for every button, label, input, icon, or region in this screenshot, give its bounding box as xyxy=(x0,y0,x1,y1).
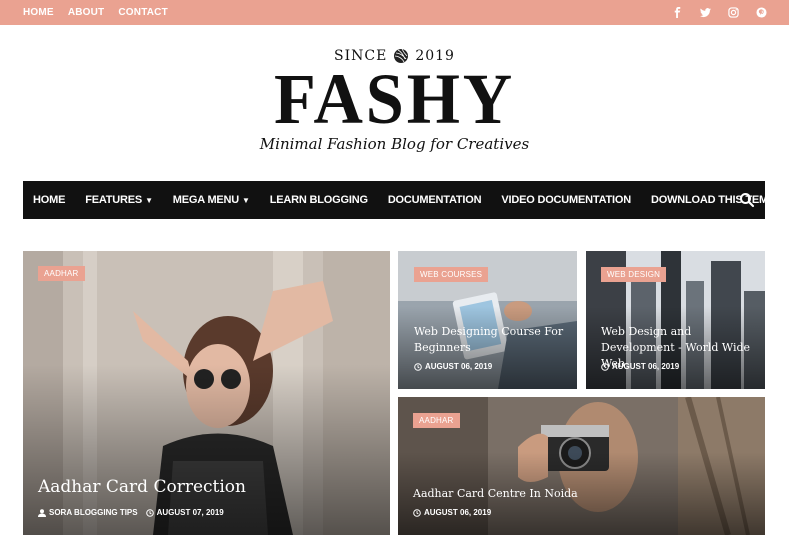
nav-item-mega-menu[interactable]: MEGA MENU ▼ xyxy=(163,181,260,219)
site-header: SINCE 2019 FASHY Minimal Fashion Blog fo… xyxy=(0,45,789,153)
twitter-icon[interactable] xyxy=(699,7,711,19)
nav-item-documentation[interactable]: DOCUMENTATION xyxy=(378,181,492,219)
top-nav: HOME ABOUT CONTACT xyxy=(23,0,168,25)
user-icon xyxy=(38,508,46,517)
nav-item-video-documentation[interactable]: VIDEO DOCUMENTATION xyxy=(491,181,641,219)
post-meta: AUGUST 06, 2019 xyxy=(413,508,491,517)
featured-post-web-design[interactable]: WEB DESIGN Web Design and Development - … xyxy=(586,251,765,389)
nav-item-label: FEATURES xyxy=(85,194,143,206)
post-author: SORA BLOGGING TIPS xyxy=(38,508,138,517)
featured-post-web-courses[interactable]: WEB COURSES Web Designing Course For Beg… xyxy=(398,251,577,389)
date-text: AUGUST 06, 2019 xyxy=(424,508,492,517)
category-badge[interactable]: AADHAR xyxy=(413,413,460,428)
post-date: AUGUST 06, 2019 xyxy=(414,362,492,371)
clock-icon xyxy=(413,508,421,517)
featured-post-aadhar-centre[interactable]: AADHAR Aadhar Card Centre In Noida AUGUS… xyxy=(398,397,765,535)
nav-item-label: MEGA MENU xyxy=(172,194,240,206)
nav-item-label: DOWNLOAD THIS TEMPLATE xyxy=(650,194,789,206)
main-nav: HOME FEATURES ▼ MEGA MENU ▼ LEARN BLOGGING… xyxy=(23,181,789,219)
search-icon[interactable] xyxy=(739,192,755,208)
nav-item-features[interactable]: FEATURES ▼ xyxy=(75,181,163,219)
category-badge[interactable]: AADHAR xyxy=(38,266,85,281)
social-links xyxy=(671,0,767,25)
category-badge[interactable]: WEB DESIGN xyxy=(601,267,667,282)
nav-item-label: LEARN BLOGGING xyxy=(269,194,368,206)
post-date: AUGUST 07, 2019 xyxy=(145,508,224,517)
top-nav-home-link[interactable]: HOME xyxy=(23,7,54,18)
post-title[interactable]: Web Designing Course For Beginners xyxy=(414,324,564,356)
clock-icon xyxy=(145,508,154,517)
category-badge[interactable]: WEB COURSES xyxy=(414,267,489,282)
clock-icon xyxy=(601,362,609,371)
nav-item-learn-blogging[interactable]: LEARN BLOGGING xyxy=(260,181,378,219)
date-text: AUGUST 06, 2019 xyxy=(612,362,680,371)
pinterest-icon[interactable] xyxy=(755,7,767,19)
nav-item-label: VIDEO DOCUMENTATION xyxy=(501,194,631,206)
post-title[interactable]: Aadhar Card Correction xyxy=(38,477,246,497)
post-title[interactable]: Aadhar Card Centre In Noida xyxy=(413,486,578,502)
clock-icon xyxy=(414,362,422,371)
nav-item-home[interactable]: HOME xyxy=(23,181,75,219)
chevron-down-icon: ▼ xyxy=(242,195,250,205)
chevron-down-icon: ▼ xyxy=(145,195,153,205)
top-bar: HOME ABOUT CONTACT xyxy=(0,0,789,25)
post-meta: AUGUST 06, 2019 xyxy=(414,362,492,371)
date-text: AUGUST 07, 2019 xyxy=(156,508,224,517)
top-nav-about-link[interactable]: ABOUT xyxy=(68,7,105,18)
facebook-icon[interactable] xyxy=(671,7,683,19)
top-nav-contact-link[interactable]: CONTACT xyxy=(118,7,168,18)
post-date: AUGUST 06, 2019 xyxy=(413,508,491,517)
post-date: AUGUST 06, 2019 xyxy=(601,362,679,371)
nav-item-label: DOCUMENTATION xyxy=(387,194,482,206)
site-logo[interactable]: FASHY xyxy=(20,63,770,135)
instagram-icon[interactable] xyxy=(727,7,739,19)
author-name[interactable]: SORA BLOGGING TIPS xyxy=(49,508,138,517)
featured-post-large[interactable]: AADHAR Aadhar Card Correction SORA BLOGG… xyxy=(23,251,390,535)
nav-item-label: HOME xyxy=(33,194,66,206)
post-meta: AUGUST 06, 2019 xyxy=(601,362,679,371)
post-meta: SORA BLOGGING TIPS AUGUST 07, 2019 xyxy=(38,508,224,517)
nav-item-download-template[interactable]: DOWNLOAD THIS TEMPLATE xyxy=(641,181,789,219)
date-text: AUGUST 06, 2019 xyxy=(425,362,493,371)
